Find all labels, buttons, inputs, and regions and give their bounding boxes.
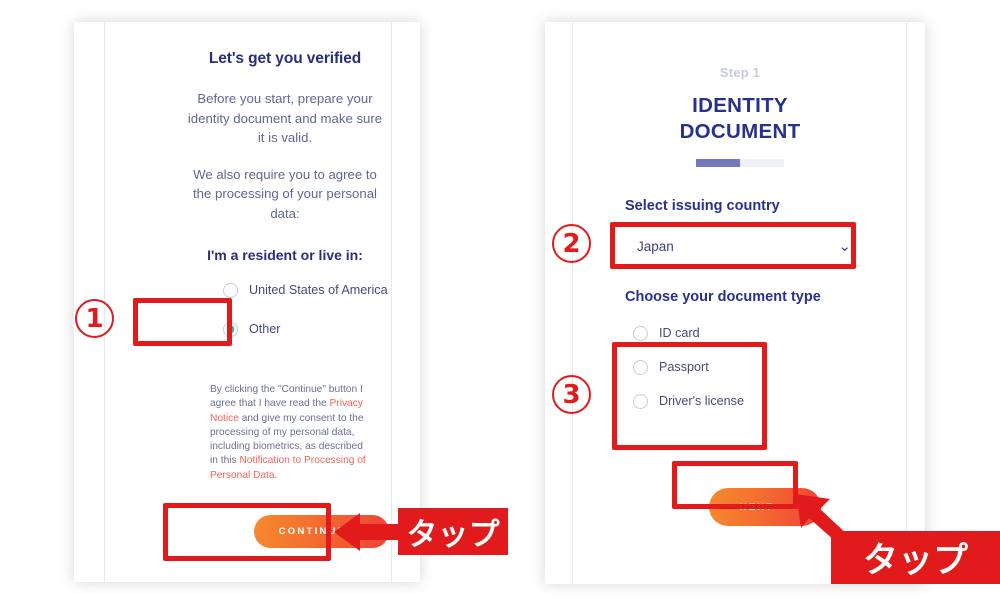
residency-radio-group[interactable]: United States of America Other [179, 274, 391, 345]
step-progress-fill [696, 159, 740, 167]
step-progress-bar [696, 159, 784, 167]
step-title-line-2: DOCUMENT [679, 120, 801, 143]
country-select-value: Japan [637, 239, 674, 254]
card-left-right-divider [391, 22, 392, 582]
step-marker-3: 3 [552, 375, 591, 414]
left-phone-card: Let's get you verified Before you start,… [74, 22, 420, 582]
next-button-label: NEXT [739, 501, 775, 513]
radio-label-usa: United States of America [249, 283, 388, 297]
tap-label-left: タップ [398, 508, 508, 555]
step-marker-1-number: 1 [85, 303, 104, 334]
radio-icon-other[interactable] [223, 321, 238, 337]
doctype-heading: Choose your document type [625, 289, 821, 305]
legal-consent-text: By clicking the "Continue" button I agre… [179, 383, 391, 483]
tap-label-right-text: タップ [862, 541, 968, 581]
right-phone-card: Step 1 IDENTITY DOCUMENT Select issuing … [545, 22, 925, 584]
doctype-radio-group[interactable]: ID card Passport Driver's license [625, 316, 861, 418]
left-page-title: Let's get you verified [208, 50, 362, 67]
chevron-down-icon: ⌄ [838, 238, 851, 255]
country-heading: Select issuing country [625, 198, 780, 214]
radio-icon-usa[interactable] [223, 282, 238, 298]
step-marker-1: 1 [75, 299, 114, 338]
legal-part-3: . [274, 469, 278, 481]
radio-label-drivers-license: Driver's license [659, 394, 744, 408]
radio-option-drivers-license[interactable]: Driver's license [633, 384, 861, 418]
step-title-line-1: IDENTITY [692, 94, 788, 117]
left-intro-paragraph-2: We also require you to agree to the proc… [192, 166, 377, 221]
tap-label-right: タップ [831, 531, 1000, 584]
radio-icon-passport[interactable] [633, 359, 648, 375]
radio-label-other: Other [249, 322, 281, 336]
step-label: Step 1 [719, 65, 761, 80]
radio-option-usa[interactable]: United States of America [223, 274, 391, 306]
radio-label-id-card: ID card [659, 326, 700, 340]
radio-icon-drivers-license[interactable] [633, 393, 648, 409]
radio-option-passport[interactable]: Passport [633, 350, 861, 384]
radio-option-id-card[interactable]: ID card [633, 316, 861, 350]
radio-option-other[interactable]: Other [223, 313, 391, 345]
left-intro-paragraph-1: Before you start, prepare your identity … [187, 91, 383, 145]
country-select[interactable]: Japan ⌄ [625, 228, 861, 266]
screenshot-root: Let's get you verified Before you start,… [0, 0, 1000, 600]
step-marker-3-number: 3 [562, 379, 581, 410]
step-marker-2-number: 2 [562, 228, 581, 259]
left-screen-content: Let's get you verified Before you start,… [179, 22, 391, 582]
step-marker-2: 2 [552, 224, 591, 263]
radio-label-passport: Passport [659, 360, 709, 374]
residency-heading: I'm a resident or live in: [207, 247, 363, 263]
radio-icon-id-card[interactable] [633, 325, 648, 341]
tap-label-left-text: タップ [406, 517, 500, 553]
